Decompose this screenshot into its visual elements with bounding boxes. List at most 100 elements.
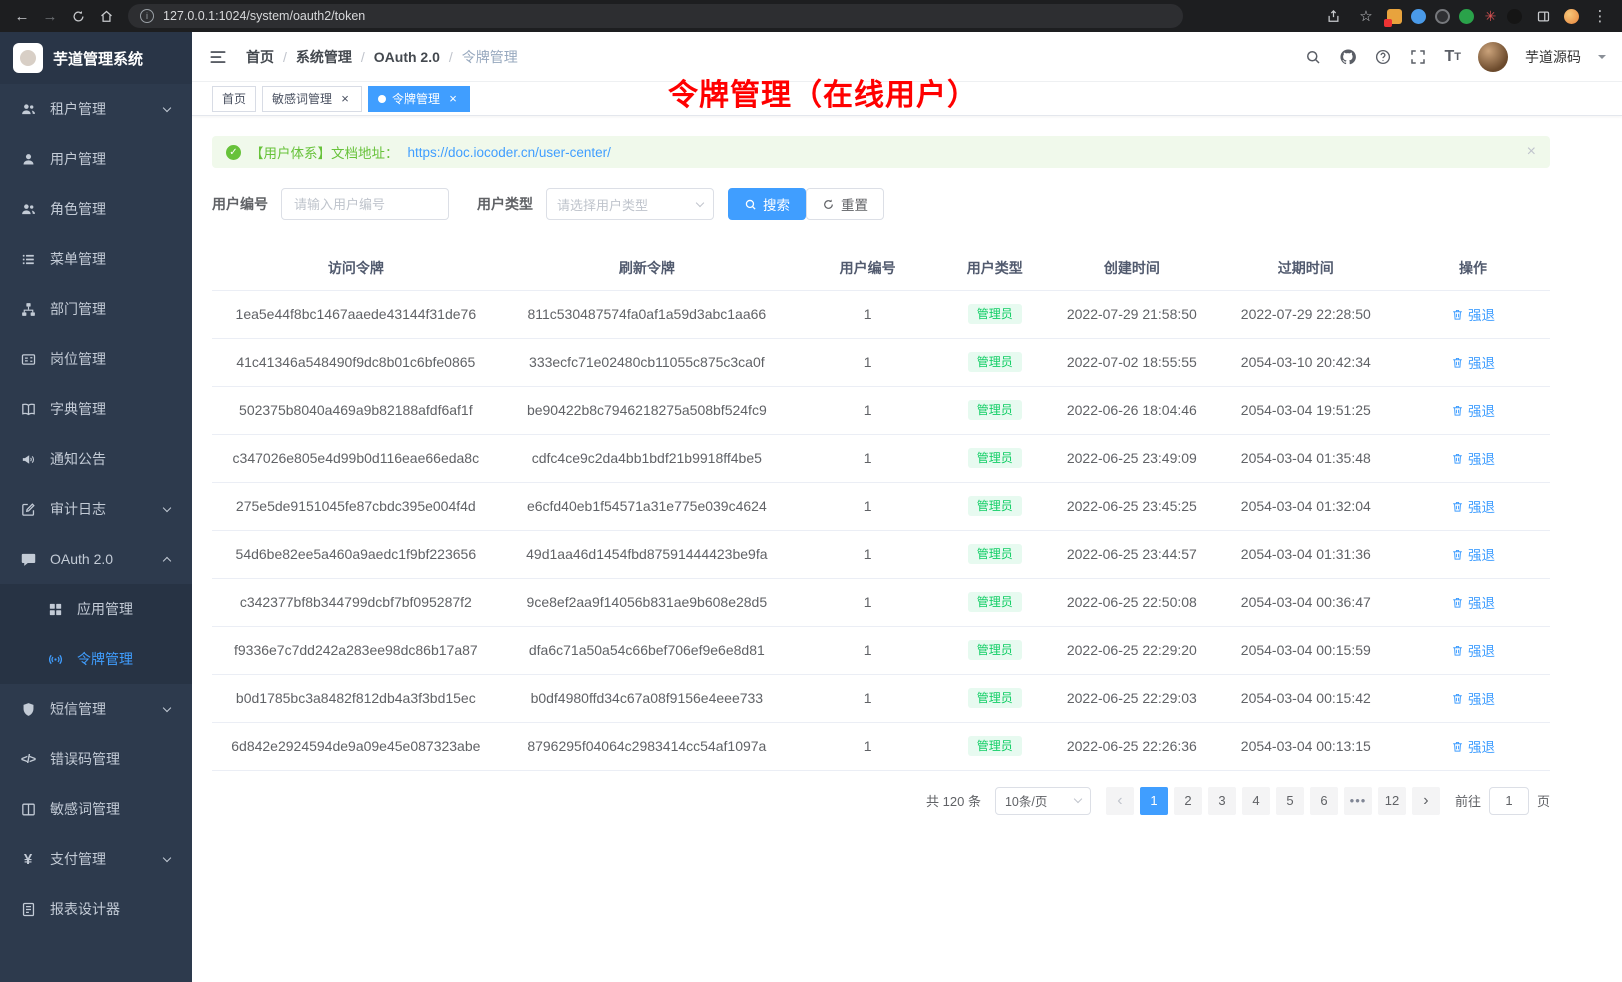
address-bar[interactable]: i 127.0.0.1:1024/system/oauth2/token xyxy=(128,4,1183,28)
user-type-tag: 管理员 xyxy=(968,688,1022,708)
pagination-page-5[interactable]: 5 xyxy=(1276,787,1304,815)
sidebar-item-notice[interactable]: 通知公告 xyxy=(0,434,192,484)
delete-icon xyxy=(1451,500,1464,513)
page-buttons: 123456•••12 xyxy=(1137,787,1409,815)
token-row: 54d6be82ee5a460a9aedc1f9bf223656 49d1aa4… xyxy=(212,530,1550,578)
reload-icon[interactable] xyxy=(66,4,90,28)
force-logout-button[interactable]: 强退 xyxy=(1451,448,1495,468)
sidebar-item-sms[interactable]: 短信管理 xyxy=(0,684,192,734)
extension-icon-2[interactable] xyxy=(1411,9,1426,24)
force-logout-button[interactable]: 强退 xyxy=(1451,592,1495,612)
pagination-page-4[interactable]: 4 xyxy=(1242,787,1270,815)
tab-label: 敏感词管理 xyxy=(272,90,332,107)
sidebar-item-menu[interactable]: 菜单管理 xyxy=(0,234,192,284)
pagination-page-2[interactable]: 2 xyxy=(1174,787,1202,815)
help-icon[interactable] xyxy=(1374,48,1392,66)
sidebar-item-oauth2-token[interactable]: 令牌管理 xyxy=(0,634,192,684)
pagination-page-1[interactable]: 1 xyxy=(1140,787,1168,815)
profile-avatar[interactable] xyxy=(1564,9,1579,24)
breadcrumb-separator: / xyxy=(449,49,453,65)
doc-link[interactable]: https://doc.iocoder.cn/user-center/ xyxy=(408,145,611,160)
active-tab-dot xyxy=(378,95,386,103)
sidebar-item-dict[interactable]: 字典管理 xyxy=(0,384,192,434)
create-time-cell: 2022-06-25 22:50:08 xyxy=(1048,578,1215,626)
user-type-tag: 管理员 xyxy=(968,544,1022,564)
browser-menu-icon[interactable]: ⋮ xyxy=(1588,4,1612,28)
sidebar-item-user[interactable]: 用户管理 xyxy=(0,134,192,184)
alert-close-icon[interactable]: × xyxy=(1527,144,1536,160)
home-icon[interactable] xyxy=(94,4,118,28)
prev-page-button[interactable]: ‹ xyxy=(1106,787,1134,815)
reset-button[interactable]: 重置 xyxy=(806,188,884,220)
sidebar-item-error-code[interactable]: </> 错误码管理 xyxy=(0,734,192,784)
force-logout-button[interactable]: 强退 xyxy=(1451,496,1495,516)
chevron-down-icon[interactable] xyxy=(1598,55,1606,63)
share-icon[interactable] xyxy=(1321,4,1345,28)
sidebar-item-role[interactable]: 角色管理 xyxy=(0,184,192,234)
user-name[interactable]: 芋道源码 xyxy=(1525,47,1581,67)
breadcrumb-item[interactable]: OAuth 2.0 xyxy=(374,49,440,65)
force-logout-button[interactable]: 强退 xyxy=(1451,400,1495,420)
pagination-page-12[interactable]: 12 xyxy=(1378,787,1406,815)
sidebar-item-tenant[interactable]: 租户管理 xyxy=(0,84,192,134)
page-size-select[interactable]: 10条/页 xyxy=(995,787,1091,815)
pagination-page-3[interactable]: 3 xyxy=(1208,787,1236,815)
search-button[interactable]: 搜索 xyxy=(728,188,806,220)
force-logout-button[interactable]: 强退 xyxy=(1451,304,1495,324)
font-size-icon[interactable]: TT xyxy=(1444,48,1461,66)
sidebar-item-label: 敏感词管理 xyxy=(50,799,173,819)
tab-close-icon[interactable]: × xyxy=(446,92,460,106)
github-icon[interactable] xyxy=(1339,48,1357,66)
create-time-cell: 2022-06-25 22:29:20 xyxy=(1048,626,1215,674)
sidebar-item-pay[interactable]: ¥ 支付管理 xyxy=(0,834,192,884)
token-row: c347026e805e4d99b0d116eae66eda8c cdfc4ce… xyxy=(212,434,1550,482)
tab-label: 令牌管理 xyxy=(392,90,440,107)
sidebar-item-report-designer[interactable]: 报表设计器 xyxy=(0,884,192,934)
force-logout-button[interactable]: 强退 xyxy=(1451,544,1495,564)
forward-icon[interactable]: → xyxy=(38,4,62,28)
breadcrumb-item[interactable]: 系统管理 xyxy=(296,47,352,67)
extension-icon-6[interactable] xyxy=(1507,9,1522,24)
search-icon[interactable] xyxy=(1304,48,1322,66)
sidebar-item-audit-log[interactable]: 审计日志 xyxy=(0,484,192,534)
users-icon xyxy=(19,201,37,218)
user-type-select[interactable]: 请选择用户类型 xyxy=(546,188,714,220)
tab-sensitive-word[interactable]: 敏感词管理 × xyxy=(262,86,362,112)
pagination-more-icon[interactable]: ••• xyxy=(1344,787,1372,815)
sidebar-item-oauth2[interactable]: OAuth 2.0 xyxy=(0,534,192,584)
bookmark-star-icon[interactable]: ☆ xyxy=(1354,4,1378,28)
tab-close-icon[interactable]: × xyxy=(338,92,352,106)
sidebar-item-label: 应用管理 xyxy=(77,599,173,619)
fullscreen-icon[interactable] xyxy=(1409,48,1427,66)
user-type-tag: 管理员 xyxy=(968,496,1022,516)
app-logo[interactable]: 芋道管理系统 xyxy=(0,32,192,84)
breadcrumb-item[interactable]: 首页 xyxy=(246,47,274,67)
extension-icon-4[interactable] xyxy=(1459,9,1474,24)
user-id-cell: 1 xyxy=(794,434,941,482)
site-info-icon[interactable]: i xyxy=(140,9,154,23)
sidebar-item-sensitive-word[interactable]: 敏感词管理 xyxy=(0,784,192,834)
extension-icon-1[interactable] xyxy=(1387,9,1402,24)
extension-icon-3[interactable] xyxy=(1435,9,1450,24)
force-logout-button[interactable]: 强退 xyxy=(1451,640,1495,660)
sidebar-item-oauth2-app[interactable]: 应用管理 xyxy=(0,584,192,634)
tab-home[interactable]: 首页 xyxy=(212,86,256,112)
user-avatar[interactable] xyxy=(1478,42,1508,72)
pagination: 共 120 条 10条/页 ‹ 123456•••12 › 前往 页 xyxy=(212,787,1550,815)
extension-icon-5[interactable]: ✳ xyxy=(1483,9,1498,24)
split-view-icon[interactable] xyxy=(1531,4,1555,28)
breadcrumb: 首页/系统管理/OAuth 2.0/令牌管理 xyxy=(246,47,518,67)
sidebar-item-label: 错误码管理 xyxy=(50,749,173,769)
sidebar-item-dept[interactable]: 部门管理 xyxy=(0,284,192,334)
tab-token[interactable]: 令牌管理 × xyxy=(368,86,470,112)
next-page-button[interactable]: › xyxy=(1412,787,1440,815)
force-logout-button[interactable]: 强退 xyxy=(1451,736,1495,756)
back-icon[interactable]: ← xyxy=(10,4,34,28)
goto-page-input[interactable] xyxy=(1489,787,1529,815)
force-logout-button[interactable]: 强退 xyxy=(1451,352,1495,372)
force-logout-button[interactable]: 强退 xyxy=(1451,688,1495,708)
sidebar-toggle-icon[interactable] xyxy=(208,47,228,67)
sidebar-item-post[interactable]: 岗位管理 xyxy=(0,334,192,384)
user-id-input[interactable] xyxy=(281,188,449,220)
pagination-page-6[interactable]: 6 xyxy=(1310,787,1338,815)
